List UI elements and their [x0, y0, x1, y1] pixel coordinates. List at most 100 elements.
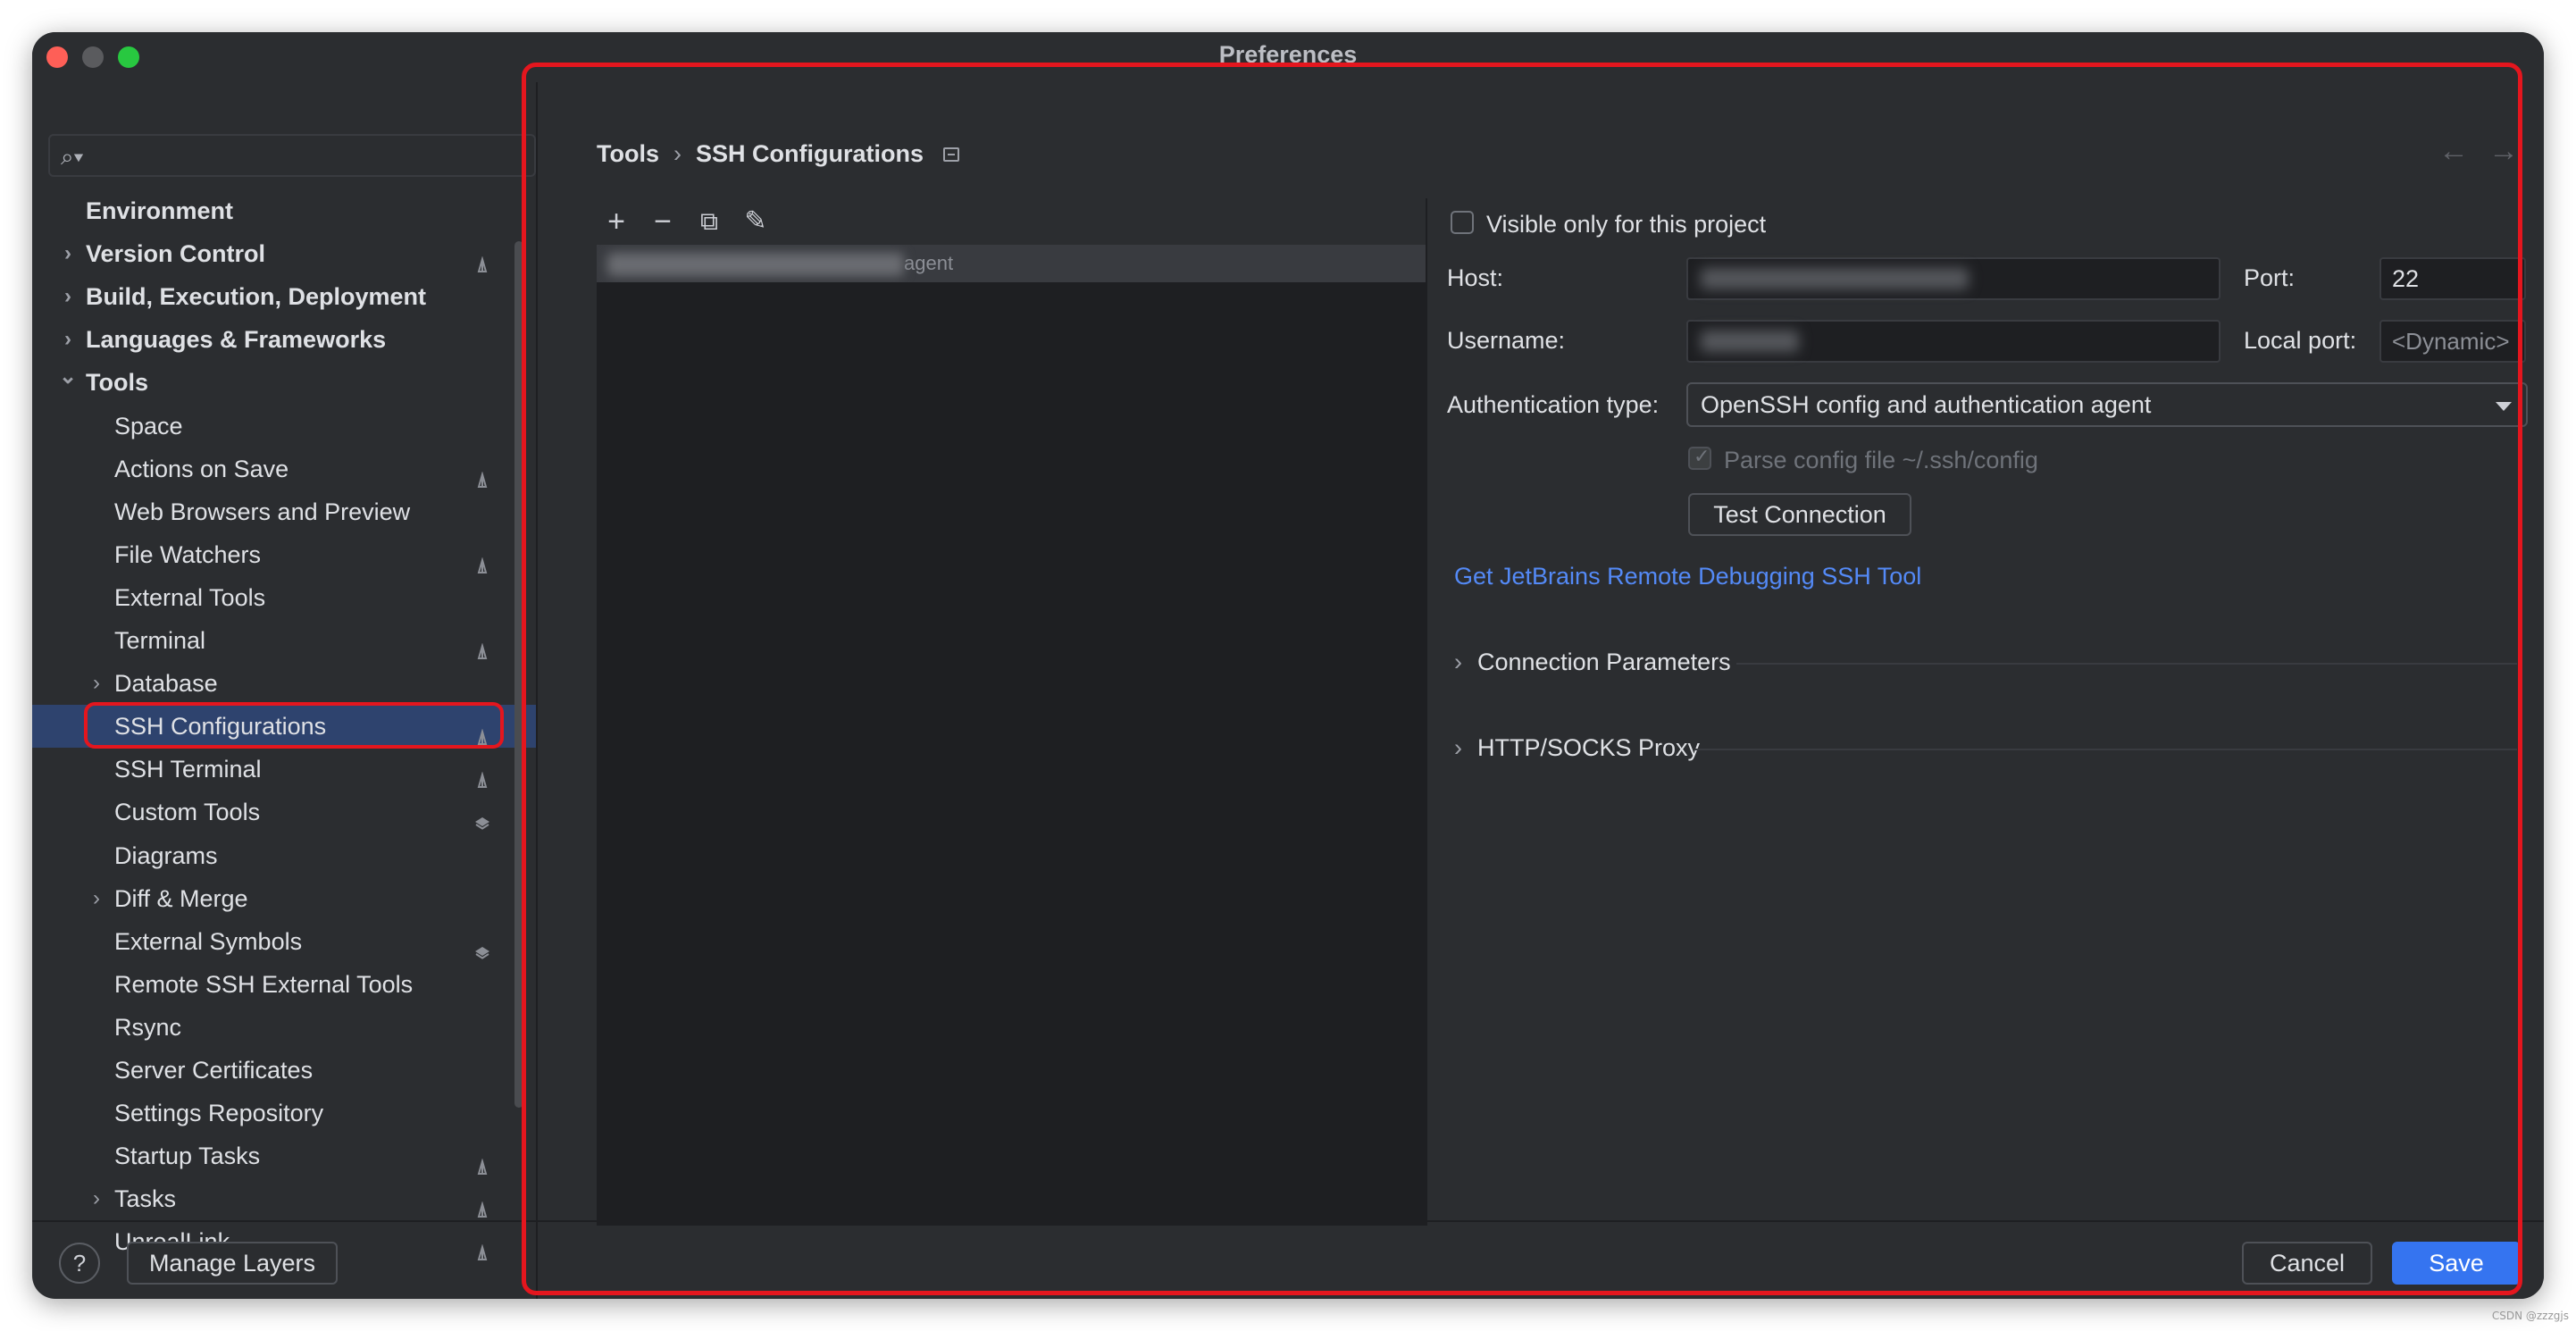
username-field[interactable]: [1686, 320, 2221, 363]
search-icon: ⌕▾: [61, 143, 84, 170]
sidebar-item-label: Custom Tools: [114, 799, 261, 826]
sidebar-item-actions-on-save[interactable]: Actions on Save: [32, 448, 539, 490]
chevron-right-icon[interactable]: ›: [57, 232, 79, 275]
sidebar-item-startup-tasks[interactable]: Startup Tasks: [32, 1134, 539, 1177]
local-port-field[interactable]: <Dynamic>: [2379, 320, 2526, 363]
connection-parameters-section[interactable]: › Connection Parameters: [1454, 649, 1731, 684]
sidebar-item-terminal[interactable]: Terminal: [32, 619, 539, 662]
project-icon: [473, 460, 491, 488]
edit-icon[interactable]: ✎: [738, 204, 774, 239]
chevron-right-icon[interactable]: ›: [57, 275, 79, 318]
redacted-config-name: [607, 253, 904, 277]
save-button[interactable]: Save: [2392, 1242, 2521, 1285]
add-icon[interactable]: +: [598, 204, 634, 239]
layers-icon: [473, 933, 491, 959]
proxy-label: HTTP/SOCKS Proxy: [1477, 734, 1701, 761]
redacted-username-value: [1701, 331, 1799, 352]
chevron-right-icon[interactable]: ›: [86, 662, 107, 705]
project-icon: [473, 245, 491, 273]
auth-type-value: OpenSSH config and authentication agent: [1701, 391, 2152, 418]
settings-search-input[interactable]: ⌕▾: [48, 134, 536, 177]
section-separator: [1695, 749, 2517, 750]
parse-config-checkbox[interactable]: ✓: [1688, 445, 1711, 470]
breadcrumb: Tools › SSH Configurations: [597, 139, 959, 168]
sidebar-item-diff-merge[interactable]: › Diff & Merge: [32, 877, 539, 920]
forward-arrow-icon[interactable]: →: [2488, 134, 2519, 168]
sidebar-scrollbar[interactable]: [514, 241, 523, 1108]
remote-debug-tool-link[interactable]: Get JetBrains Remote Debugging SSH Tool: [1454, 563, 1921, 590]
remove-icon[interactable]: −: [645, 204, 681, 239]
breadcrumb-parent[interactable]: Tools: [597, 140, 659, 168]
sidebar-item-label: Build, Execution, Deployment: [86, 283, 427, 311]
sidebar-item-ssh-terminal[interactable]: SSH Terminal: [32, 748, 539, 791]
sidebar-item-build-execution-deployment[interactable]: › Build, Execution, Deployment: [32, 275, 539, 318]
visible-only-checkbox[interactable]: [1451, 211, 1474, 234]
breadcrumb-current: SSH Configurations: [696, 140, 924, 168]
window-title: Preferences: [1218, 41, 1358, 68]
sidebar-item-database[interactable]: › Database: [32, 662, 539, 705]
checkmark-icon: ✓: [1694, 445, 1710, 467]
help-button[interactable]: ?: [59, 1243, 100, 1284]
sidebar-item-remote-ssh-external-tools[interactable]: Remote SSH External Tools: [32, 963, 539, 1006]
auth-type-select[interactable]: OpenSSH config and authentication agent: [1686, 382, 2528, 427]
sidebar-item-settings-repository[interactable]: Settings Repository: [32, 1092, 539, 1134]
chevron-right-icon[interactable]: ›: [86, 877, 107, 920]
parse-config-label: Parse config file ~/.ssh/config: [1724, 447, 2038, 473]
ssh-config-list-panel: + − ⧉ ✎ agent: [597, 198, 1426, 1226]
title-bar: Preferences: [32, 32, 2544, 82]
project-icon: [473, 1147, 491, 1176]
copy-icon[interactable]: ⧉: [691, 204, 727, 239]
sidebar-item-version-control[interactable]: › Version Control: [32, 232, 539, 275]
project-icon: [473, 760, 491, 789]
chevron-down-icon[interactable]: ⌄: [57, 356, 79, 398]
host-label: Host:: [1447, 264, 1504, 291]
sidebar-item-label: Startup Tasks: [114, 1143, 261, 1170]
sidebar-item-external-tools[interactable]: External Tools: [32, 576, 539, 619]
preferences-window: Preferences ⌕▾ Environment › Version Contr…: [32, 32, 2544, 1299]
sidebar-item-label: Remote SSH External Tools: [114, 970, 414, 998]
sidebar-item-diagrams[interactable]: Diagrams: [32, 834, 539, 877]
manage-layers-button[interactable]: Manage Layers: [127, 1242, 338, 1285]
sidebar-item-space[interactable]: Space: [32, 405, 539, 448]
proxy-section[interactable]: › HTTP/SOCKS Proxy: [1454, 734, 1700, 770]
sidebar-item-label: Tasks: [114, 1185, 177, 1213]
sidebar-item-custom-tools[interactable]: Custom Tools: [32, 791, 539, 833]
cancel-button[interactable]: Cancel: [2242, 1242, 2372, 1285]
config-name-suffix: agent: [904, 252, 954, 274]
sidebar-item-tasks[interactable]: › Tasks: [32, 1177, 539, 1220]
project-icon: [473, 1190, 491, 1218]
connection-parameters-label: Connection Parameters: [1477, 649, 1731, 675]
settings-sidebar: ⌕▾ Environment › Version Control › Build, Ex…: [32, 82, 539, 1261]
ssh-config-list-item[interactable]: agent: [597, 245, 1426, 282]
sidebar-item-label: Settings Repository: [114, 1100, 324, 1127]
host-field[interactable]: [1686, 257, 2221, 300]
sidebar-item-label: Rsync: [114, 1013, 182, 1041]
sidebar-item-label: Space: [114, 412, 183, 439]
history-navigation: ← →: [2419, 134, 2519, 169]
sidebar-item-environment[interactable]: Environment: [32, 189, 539, 232]
sidebar-item-server-certificates[interactable]: Server Certificates: [32, 1049, 539, 1092]
test-connection-button[interactable]: Test Connection: [1688, 493, 1911, 536]
sidebar-item-web-browsers-and-preview[interactable]: Web Browsers and Preview: [32, 490, 539, 533]
back-arrow-icon[interactable]: ←: [2438, 134, 2469, 168]
sidebar-item-rsync[interactable]: Rsync: [32, 1006, 539, 1049]
list-toolbar: + − ⧉ ✎: [597, 198, 1426, 245]
sidebar-item-label: External Tools: [114, 583, 266, 611]
chevron-right-icon: ›: [1454, 734, 1462, 761]
chevron-right-icon[interactable]: ›: [57, 318, 79, 361]
username-label: Username:: [1447, 327, 1566, 354]
sidebar-item-languages-frameworks[interactable]: › Languages & Frameworks: [32, 318, 539, 361]
local-port-label: Local port:: [2244, 327, 2357, 354]
sidebar-item-label: SSH Terminal: [114, 756, 262, 783]
sidebar-item-file-watchers[interactable]: File Watchers: [32, 533, 539, 576]
project-scope-icon: [943, 146, 959, 162]
sidebar-item-tools[interactable]: ⌄ Tools: [32, 361, 539, 404]
sidebar-item-label: Languages & Frameworks: [86, 326, 387, 354]
chevron-right-icon[interactable]: ›: [86, 1177, 107, 1220]
section-separator: [1736, 663, 2517, 665]
sidebar-item-label: Database: [114, 670, 218, 698]
port-field[interactable]: 22: [2379, 257, 2526, 300]
redacted-host-value: [1701, 268, 1969, 289]
sidebar-item-external-symbols[interactable]: External Symbols: [32, 920, 539, 963]
sidebar-item-label: Environment: [86, 197, 234, 224]
